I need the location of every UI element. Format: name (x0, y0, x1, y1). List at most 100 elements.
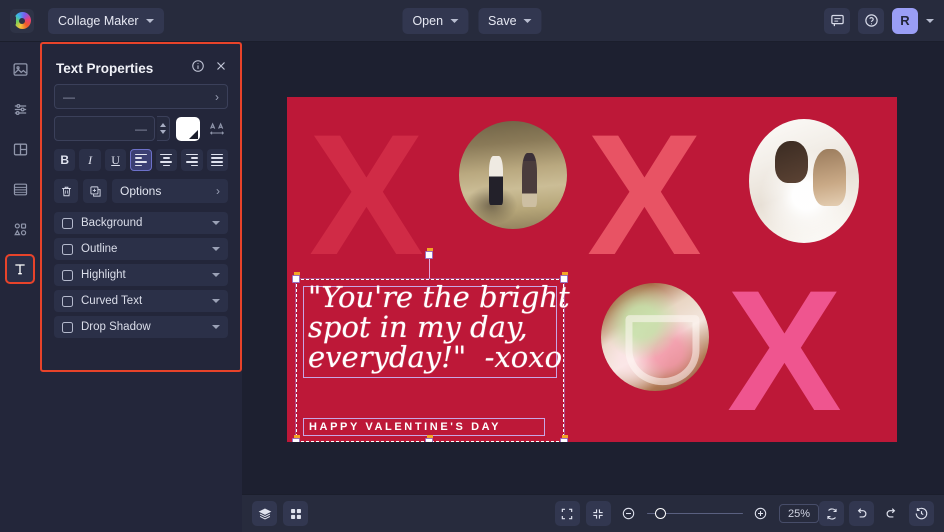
chevron-down-icon (450, 18, 459, 23)
align-justify-button[interactable] (206, 149, 228, 171)
fit-to-screen-button[interactable] (554, 501, 580, 526)
close-x-icon (217, 61, 225, 70)
underline-label: U (111, 152, 120, 167)
sidebar-item-graphics[interactable] (5, 214, 35, 244)
sidebar-item-layout[interactable] (5, 134, 35, 164)
text-tools-row: Options › (42, 171, 240, 203)
sidebar-item-photos[interactable] (5, 54, 35, 84)
bold-button[interactable]: B (54, 149, 76, 171)
text-properties-panel: Text Properties — › — B I U Options › Ba… (40, 42, 242, 372)
project-title-dropdown[interactable]: Collage Maker (48, 7, 164, 34)
curved-text-checkbox[interactable] (62, 295, 73, 307)
align-right-button[interactable] (181, 149, 203, 171)
chevron-right-icon: › (216, 184, 220, 198)
letter-spacing-aa-icon (210, 121, 224, 135)
sidebar-item-adjust[interactable] (5, 94, 35, 124)
duplicate-text-button[interactable] (83, 179, 107, 203)
save-button[interactable]: Save (478, 7, 542, 34)
handle-bottom-right[interactable] (560, 435, 568, 442)
drop-shadow-checkbox[interactable] (62, 321, 73, 333)
effect-row-curved-text[interactable]: Curved Text (54, 290, 228, 312)
chevron-down-icon (145, 18, 154, 23)
effect-label: Outline (81, 243, 118, 255)
panel-close-button[interactable] (214, 59, 228, 78)
shrink-view-button[interactable] (585, 501, 611, 526)
layers-stack-icon (13, 183, 27, 195)
font-family-value: — (63, 89, 75, 104)
handle-top-right[interactable] (560, 272, 568, 283)
letter-spacing-button[interactable] (206, 117, 228, 141)
effect-row-drop-shadow[interactable]: Drop Shadow (54, 316, 228, 338)
history-clock-icon (915, 507, 928, 520)
canvas-script-line-2[interactable]: spot in my day, (308, 312, 528, 343)
align-left-button[interactable] (130, 149, 152, 171)
help-button[interactable] (858, 7, 884, 34)
thumbnails-button[interactable] (283, 501, 308, 526)
open-button[interactable]: Open (402, 7, 469, 34)
delete-text-button[interactable] (54, 179, 78, 203)
canvas-caption-text[interactable]: HAPPY VALENTINE'S DAY (309, 421, 501, 433)
history-button[interactable] (909, 501, 934, 526)
options-button[interactable]: Options › (112, 179, 228, 203)
zoom-out-minus-icon (623, 507, 635, 520)
handle-bottom-center[interactable] (425, 435, 433, 442)
layout-grid-icon (13, 143, 27, 155)
feedback-button[interactable] (824, 7, 850, 34)
photo-couple-kissing[interactable] (749, 119, 859, 243)
chevron-down-icon[interactable] (212, 247, 220, 251)
info-circle-icon (192, 59, 204, 72)
effect-row-highlight[interactable]: Highlight (54, 264, 228, 286)
chevron-down-icon[interactable] (212, 273, 220, 277)
photo-hands-heart[interactable] (601, 283, 709, 391)
canvas-script-line-1[interactable]: "You're the bright (308, 282, 570, 313)
underline-button[interactable]: U (104, 149, 127, 171)
bottom-bar: 25% (242, 494, 944, 532)
x-mark-bottom-right: X (727, 255, 842, 442)
effect-row-background[interactable]: Background (54, 212, 228, 234)
font-size-stepper[interactable] (157, 116, 170, 141)
canvas-script-line-3[interactable]: everyday!" -xoxo (308, 342, 562, 373)
background-checkbox[interactable] (62, 217, 73, 229)
chevron-down-icon (160, 130, 166, 134)
sidebar-item-text[interactable] (5, 254, 35, 284)
sidebar-item-background[interactable] (5, 174, 35, 204)
bold-label: B (60, 153, 70, 167)
colorwheel-logo-icon (12, 12, 31, 29)
canvas-stage[interactable]: X X X "You're the bright spot in my day,… (242, 42, 944, 494)
outline-checkbox[interactable] (62, 243, 73, 255)
format-buttons-row: B I U (42, 141, 240, 171)
font-family-select[interactable]: — › (54, 84, 228, 109)
text-color-swatch[interactable] (176, 116, 200, 141)
undo-button[interactable] (849, 501, 874, 526)
align-center-button[interactable] (155, 149, 178, 171)
rotation-stem (429, 257, 430, 279)
center-actions: Open Save (402, 7, 542, 34)
highlight-checkbox[interactable] (62, 269, 73, 281)
user-avatar[interactable]: R (892, 7, 918, 34)
font-size-input[interactable]: — (54, 116, 155, 141)
handle-rotate-top[interactable] (425, 248, 433, 259)
account-chevron-down-icon[interactable] (926, 18, 934, 23)
chevron-down-icon[interactable] (212, 325, 220, 329)
effect-row-outline[interactable]: Outline (54, 238, 228, 260)
collage-canvas[interactable]: X X X "You're the bright spot in my day,… (287, 97, 897, 442)
app-logo[interactable] (10, 8, 34, 33)
italic-button[interactable]: I (79, 149, 101, 171)
reset-button[interactable] (819, 501, 844, 526)
zoom-slider-knob[interactable] (654, 508, 666, 519)
font-size-value: — (135, 121, 147, 136)
effect-label: Drop Shadow (81, 321, 151, 333)
panel-info-button[interactable] (191, 59, 205, 78)
zoom-level-badge[interactable]: 25% (778, 504, 819, 523)
handle-top-left[interactable] (292, 272, 300, 283)
layers-button[interactable] (252, 501, 277, 526)
chevron-down-icon[interactable] (212, 221, 220, 225)
redo-button[interactable] (879, 501, 904, 526)
zoom-out-button[interactable] (617, 502, 641, 526)
font-size-row: — (42, 109, 240, 141)
zoom-in-button[interactable] (749, 502, 773, 526)
zoom-slider[interactable] (646, 507, 743, 521)
photo-couple-holding-hands[interactable] (459, 121, 567, 229)
chevron-down-icon[interactable] (212, 299, 220, 303)
handle-bottom-left[interactable] (292, 435, 300, 442)
